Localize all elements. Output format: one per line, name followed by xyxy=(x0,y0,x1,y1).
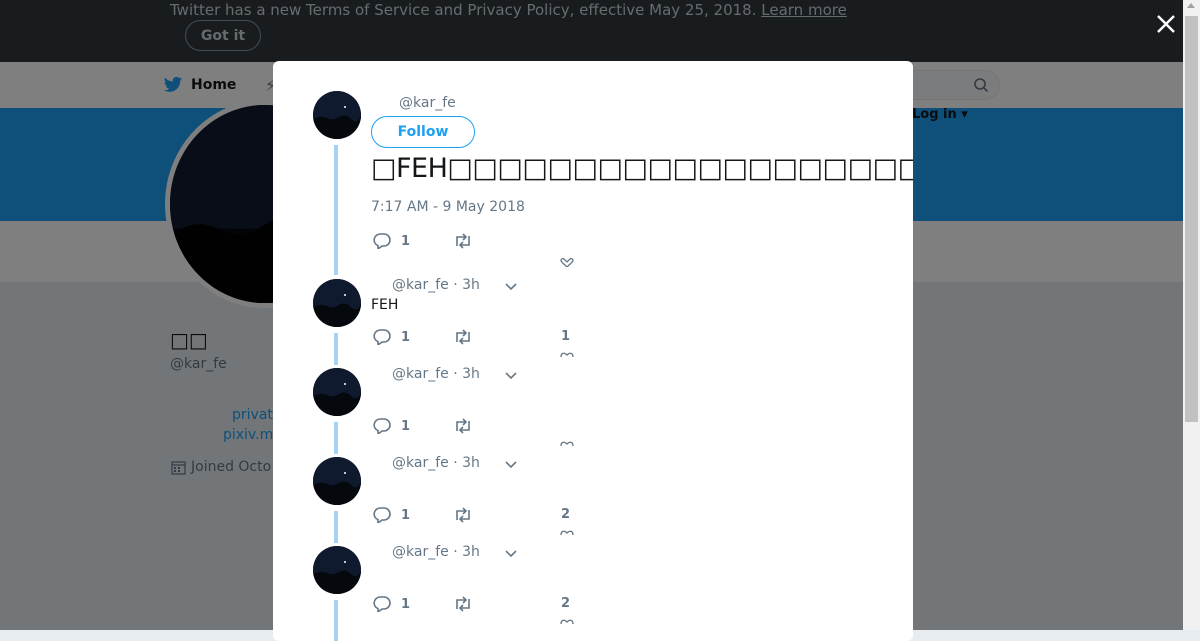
reply-author[interactable]: @kar_fe · 3h xyxy=(392,544,480,560)
avatar[interactable] xyxy=(313,368,361,416)
reply-icon xyxy=(373,233,391,249)
reply-handle[interactable]: @kar_fe xyxy=(392,277,449,293)
reply-tweet[interactable]: @kar_fe · 3h 1 xyxy=(273,366,913,448)
avatar[interactable] xyxy=(313,279,361,327)
retweet-icon xyxy=(456,507,470,523)
night-sky-image xyxy=(313,279,361,327)
avatar[interactable] xyxy=(313,457,361,505)
reply-icon xyxy=(373,329,391,345)
reply-count: 1 xyxy=(401,596,411,612)
night-sky-image xyxy=(313,91,361,139)
retweet-action[interactable] xyxy=(453,329,473,345)
reply-tweet[interactable]: @kar_fe · 3h 1 2 xyxy=(273,455,913,537)
reply-tweet[interactable]: @kar_fe · 3h FEH 1 1 xyxy=(273,277,913,359)
reply-tweet[interactable]: @kar_fe · 3h 1 2 xyxy=(273,544,913,626)
scroll-up-arrow-icon[interactable] xyxy=(1187,3,1195,8)
reply-text: FEH xyxy=(371,297,399,313)
reply-time[interactable]: · 3h xyxy=(453,544,480,560)
reply-icon xyxy=(373,507,391,523)
tweet-permalink-modal: @kar_fe Follow □FEH□□□□□□□□□□□□□□□□□□□□□… xyxy=(273,61,913,641)
heart-icon[interactable] xyxy=(560,530,574,536)
avatar[interactable] xyxy=(313,546,361,594)
chevron-down-icon[interactable] xyxy=(505,461,517,469)
like-count: 1 xyxy=(561,329,571,344)
reply-handle[interactable]: @kar_fe xyxy=(392,544,449,560)
reply-count: 1 xyxy=(401,507,411,523)
reply-time[interactable]: · 3h xyxy=(453,455,480,471)
tweet-timestamp[interactable]: 7:17 AM - 9 May 2018 xyxy=(371,199,525,215)
heart-icon[interactable] xyxy=(560,352,574,358)
heart-icon[interactable] xyxy=(560,258,574,267)
thread-line xyxy=(334,145,338,275)
retweet-action[interactable] xyxy=(453,418,473,434)
close-icon[interactable] xyxy=(1154,12,1178,36)
retweet-action[interactable] xyxy=(453,507,473,523)
tweet-author-handle[interactable]: @kar_fe xyxy=(399,95,456,111)
reply-count: 1 xyxy=(401,418,411,434)
reply-icon xyxy=(373,596,391,612)
scrollbar-thumb[interactable] xyxy=(1185,16,1198,422)
heart-icon[interactable] xyxy=(560,619,574,625)
retweet-icon xyxy=(456,596,470,612)
retweet-action[interactable] xyxy=(453,233,473,249)
retweet-icon xyxy=(456,233,470,249)
retweet-icon xyxy=(456,418,470,434)
like-count: 2 xyxy=(561,596,571,611)
chevron-down-icon[interactable] xyxy=(505,283,517,291)
reply-action[interactable]: 1 xyxy=(373,418,410,434)
reply-action[interactable]: 1 xyxy=(373,233,410,249)
night-sky-image xyxy=(313,546,361,594)
reply-handle[interactable]: @kar_fe xyxy=(392,366,449,382)
chevron-down-icon[interactable] xyxy=(505,550,517,558)
night-sky-image xyxy=(313,368,361,416)
reply-handle[interactable]: @kar_fe xyxy=(392,455,449,471)
reply-count: 1 xyxy=(401,329,411,345)
reply-action[interactable]: 1 xyxy=(373,507,410,523)
heart-icon[interactable] xyxy=(560,441,574,447)
reply-icon xyxy=(373,418,391,434)
tweet-text: □FEH□□□□□□□□□□□□□□□□□□□□□□□□□□□□□□□□□□ xyxy=(371,153,913,184)
reply-author[interactable]: @kar_fe · 3h xyxy=(392,277,480,293)
night-sky-image xyxy=(313,457,361,505)
retweet-icon xyxy=(456,329,470,345)
reply-author[interactable]: @kar_fe · 3h xyxy=(392,366,480,382)
like-count: 2 xyxy=(561,507,571,522)
reply-count: 1 xyxy=(401,233,411,249)
reply-author[interactable]: @kar_fe · 3h xyxy=(392,455,480,471)
retweet-action[interactable] xyxy=(453,596,473,612)
reply-action[interactable]: 1 xyxy=(373,329,410,345)
avatar[interactable] xyxy=(313,91,361,139)
follow-button[interactable]: Follow xyxy=(371,116,475,148)
reply-action[interactable]: 1 xyxy=(373,596,410,612)
chevron-down-icon[interactable] xyxy=(505,372,517,380)
reply-time[interactable]: · 3h xyxy=(453,277,480,293)
reply-time[interactable]: · 3h xyxy=(453,366,480,382)
